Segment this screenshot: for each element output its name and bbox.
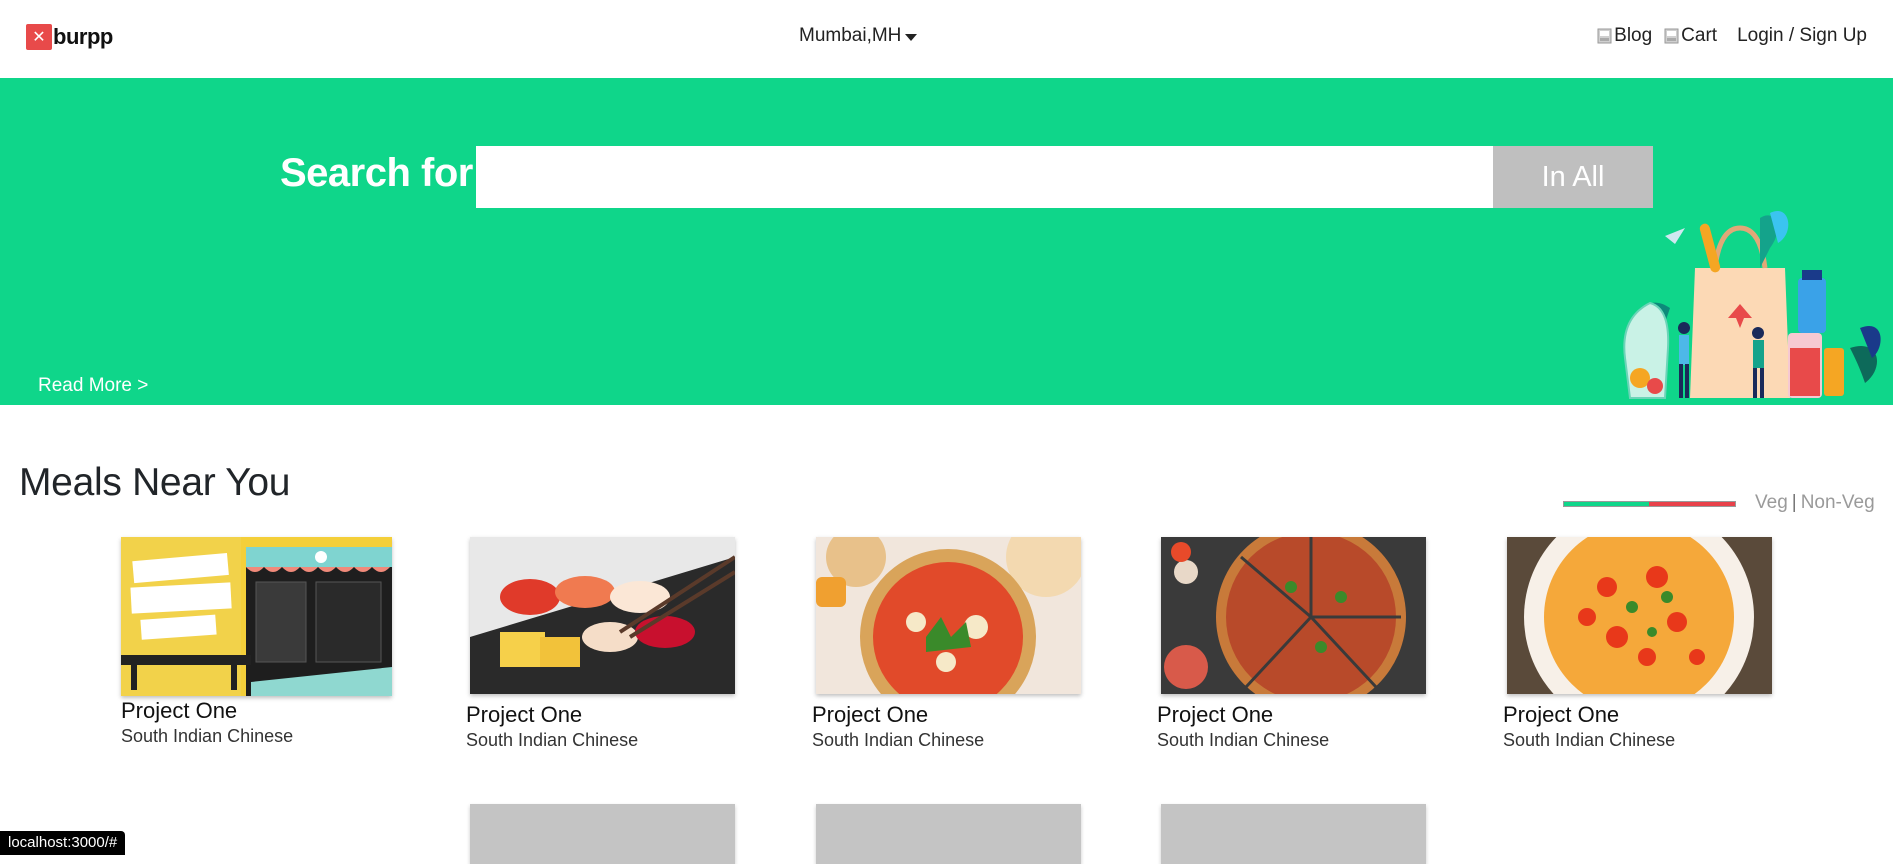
veg-filter[interactable]: Veg | Non-Veg (1563, 492, 1878, 516)
caret-down-icon (905, 33, 918, 41)
meal-title: Project One (121, 698, 238, 723)
meal-card[interactable]: Project One South Indian Chinese (812, 537, 1081, 751)
meal-card-placeholder[interactable] (470, 804, 735, 864)
hero-banner: Search for In All Read More > (0, 78, 1893, 405)
restaurant-storefront-image (121, 537, 392, 696)
filter-separator: | (1791, 492, 1797, 513)
meal-title: Project One (1157, 702, 1274, 727)
meal-image[interactable] (470, 537, 735, 694)
meal-cuisine: South Indian Chinese (1503, 730, 1676, 750)
meal-image[interactable] (816, 537, 1081, 694)
veg-nonveg-slider[interactable] (1563, 501, 1736, 507)
blog-label: Blog (1614, 25, 1653, 46)
link-status-tooltip: localhost:3000/# (0, 831, 126, 855)
meal-title: Project One (812, 702, 929, 727)
spaghetti-image (1507, 537, 1772, 694)
broken-image-icon (1597, 28, 1612, 44)
meal-image[interactable] (1161, 537, 1426, 694)
broken-image-icon (1664, 28, 1679, 44)
grocery-bag-illustration (1623, 210, 1881, 399)
logo[interactable]: ✕ burpp (26, 24, 113, 50)
meal-cuisine: South Indian Chinese (812, 730, 985, 750)
meal-image[interactable] (121, 537, 392, 696)
meal-cuisine: South Indian Chinese (1157, 730, 1330, 750)
logo-mark-icon: ✕ (26, 24, 52, 50)
read-more-link[interactable]: Read More > (38, 375, 148, 397)
meal-card[interactable]: Project One South Indian Chinese (1503, 537, 1772, 751)
meal-card-placeholder[interactable] (1161, 804, 1426, 864)
meal-cuisine: South Indian Chinese (466, 730, 639, 750)
section-title: Meals Near You (19, 461, 291, 504)
meal-card[interactable]: Project One South Indian Chinese (1157, 537, 1426, 751)
search-label: Search for (280, 151, 473, 195)
meal-card[interactable]: Project One South Indian Chinese (121, 537, 392, 747)
meal-card[interactable]: Project One South Indian Chinese (466, 537, 735, 751)
nav-links: Blog Cart Login / Sign Up (1585, 25, 1867, 47)
location-label: Mumbai,MH (799, 25, 902, 46)
navbar: ✕ burpp Mumbai,MH Blog Cart Login / Sign… (0, 0, 1893, 78)
location-dropdown[interactable]: Mumbai,MH (799, 25, 918, 47)
search-scope-button[interactable]: In All (1493, 146, 1653, 208)
meal-image[interactable] (1507, 537, 1772, 694)
filter-labels: Veg | Non-Veg (1755, 492, 1875, 514)
pizza-image (816, 537, 1081, 694)
blog-link[interactable]: Blog (1597, 25, 1652, 47)
cart-link[interactable]: Cart (1664, 25, 1717, 47)
veg-label[interactable]: Veg (1755, 492, 1788, 513)
meal-cuisine: South Indian Chinese (121, 726, 294, 746)
meal-card-placeholder[interactable] (816, 804, 1081, 864)
pizza-slices-image (1161, 537, 1426, 694)
search-input[interactable] (476, 146, 1493, 208)
meal-title: Project One (1503, 702, 1620, 727)
nonveg-segment[interactable] (1649, 501, 1736, 507)
login-signup-link[interactable]: Login / Sign Up (1737, 25, 1867, 47)
sushi-image (470, 537, 735, 694)
nonveg-label[interactable]: Non-Veg (1801, 492, 1875, 513)
cart-label: Cart (1681, 25, 1718, 46)
meal-title: Project One (466, 702, 583, 727)
logo-text: burpp (53, 24, 113, 49)
veg-segment[interactable] (1563, 501, 1649, 507)
